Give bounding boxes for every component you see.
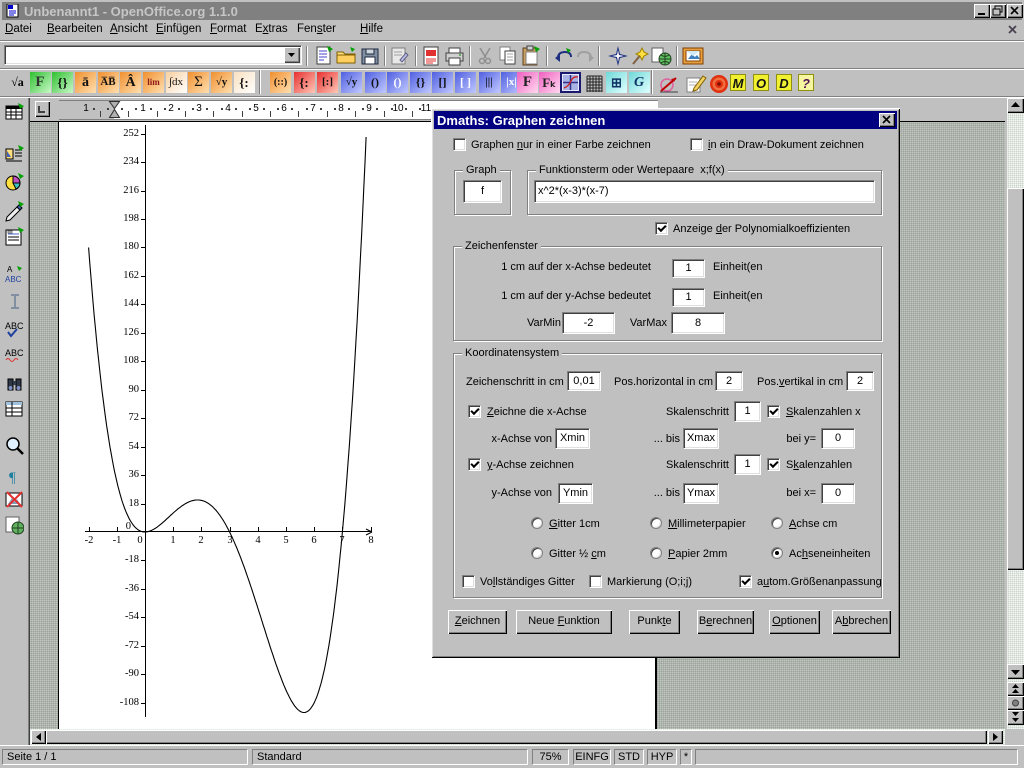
svg-text:ABC: ABC bbox=[5, 275, 22, 284]
svg-text:¶: ¶ bbox=[9, 470, 16, 486]
svg-text:ABC: ABC bbox=[5, 321, 24, 331]
svg-text:A: A bbox=[7, 265, 13, 274]
svg-text:ABC: ABC bbox=[5, 348, 24, 358]
